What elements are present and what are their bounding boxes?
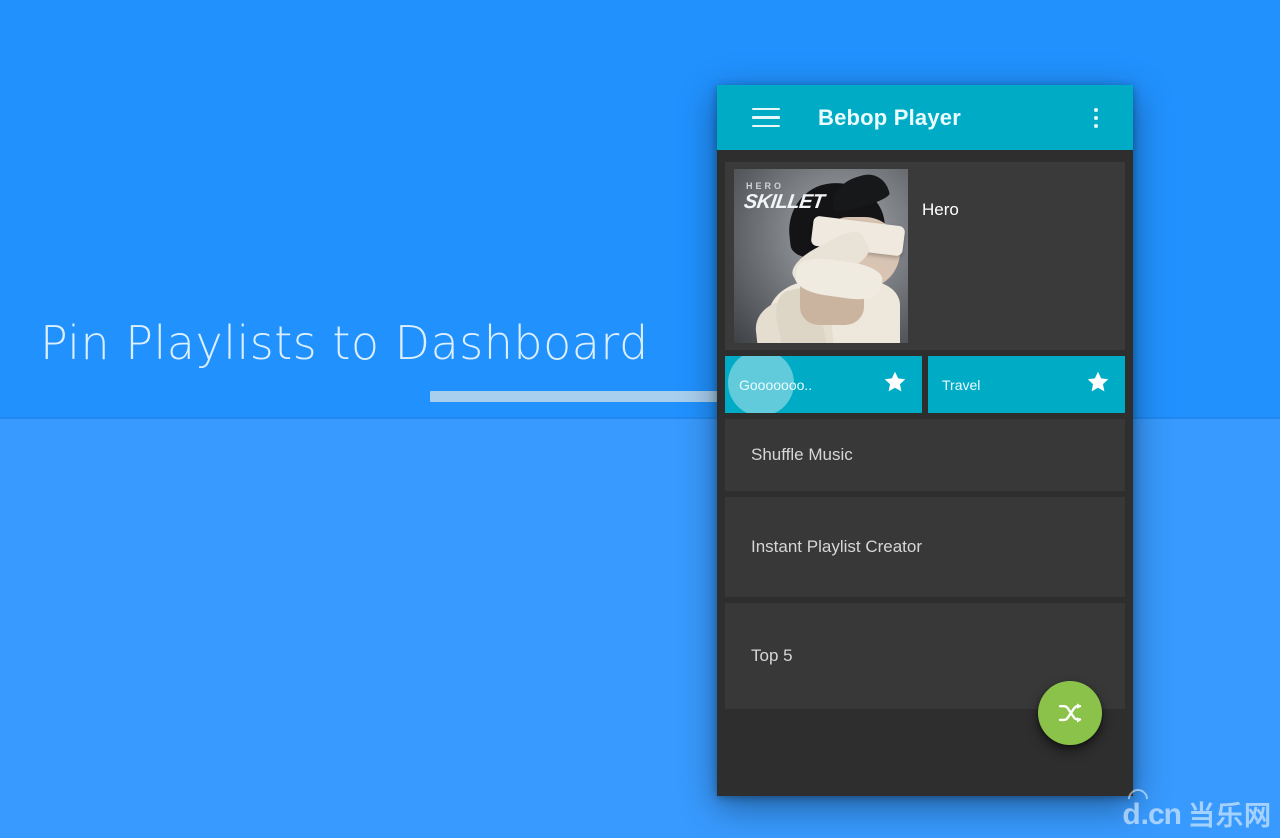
app-title: Bebop Player	[818, 104, 962, 130]
pinned-playlist-label: Travel	[942, 376, 981, 393]
shuffle-fab-button[interactable]	[1038, 681, 1102, 745]
star-icon[interactable]	[882, 369, 908, 400]
list-item-label: Shuffle Music	[751, 445, 853, 464]
now-playing-title: Hero	[922, 200, 959, 219]
hamburger-menu-icon[interactable]	[749, 101, 783, 135]
app-bar: Bebop Player	[717, 85, 1133, 150]
page-title: Pin Playlists to Dashboard	[40, 316, 649, 370]
watermark: d .cn 当乐网	[1122, 784, 1272, 831]
pinned-playlist-card-1[interactable]: Gooooooo..	[725, 356, 922, 413]
list-item-label: Top 5	[751, 646, 793, 665]
list-item-label: Instant Playlist Creator	[751, 537, 923, 556]
pinned-playlists-row: Gooooooo.. Travel	[725, 356, 1125, 413]
album-art-artist-label: SKILLET	[742, 191, 826, 213]
now-playing-card[interactable]: HERO SKILLET Hero	[725, 162, 1125, 350]
phone-screen: Bebop Player HERO SKILLET Hero Gooooooo.…	[717, 85, 1133, 796]
pointer-bar	[430, 391, 730, 402]
album-art-album-label: HERO	[746, 181, 785, 191]
pinned-playlist-label: Gooooooo..	[739, 376, 813, 393]
watermark-chinese: 当乐网	[1188, 801, 1272, 831]
watermark-cn: .cn	[1140, 798, 1182, 831]
shuffle-icon	[1058, 703, 1082, 723]
pinned-playlist-card-2[interactable]: Travel	[928, 356, 1125, 413]
list-item[interactable]: Shuffle Music	[725, 419, 1125, 491]
overflow-menu-icon[interactable]	[1084, 103, 1108, 133]
list-item[interactable]: Instant Playlist Creator	[725, 497, 1125, 597]
star-icon[interactable]	[1085, 369, 1111, 400]
album-art-image: HERO SKILLET	[734, 169, 908, 343]
